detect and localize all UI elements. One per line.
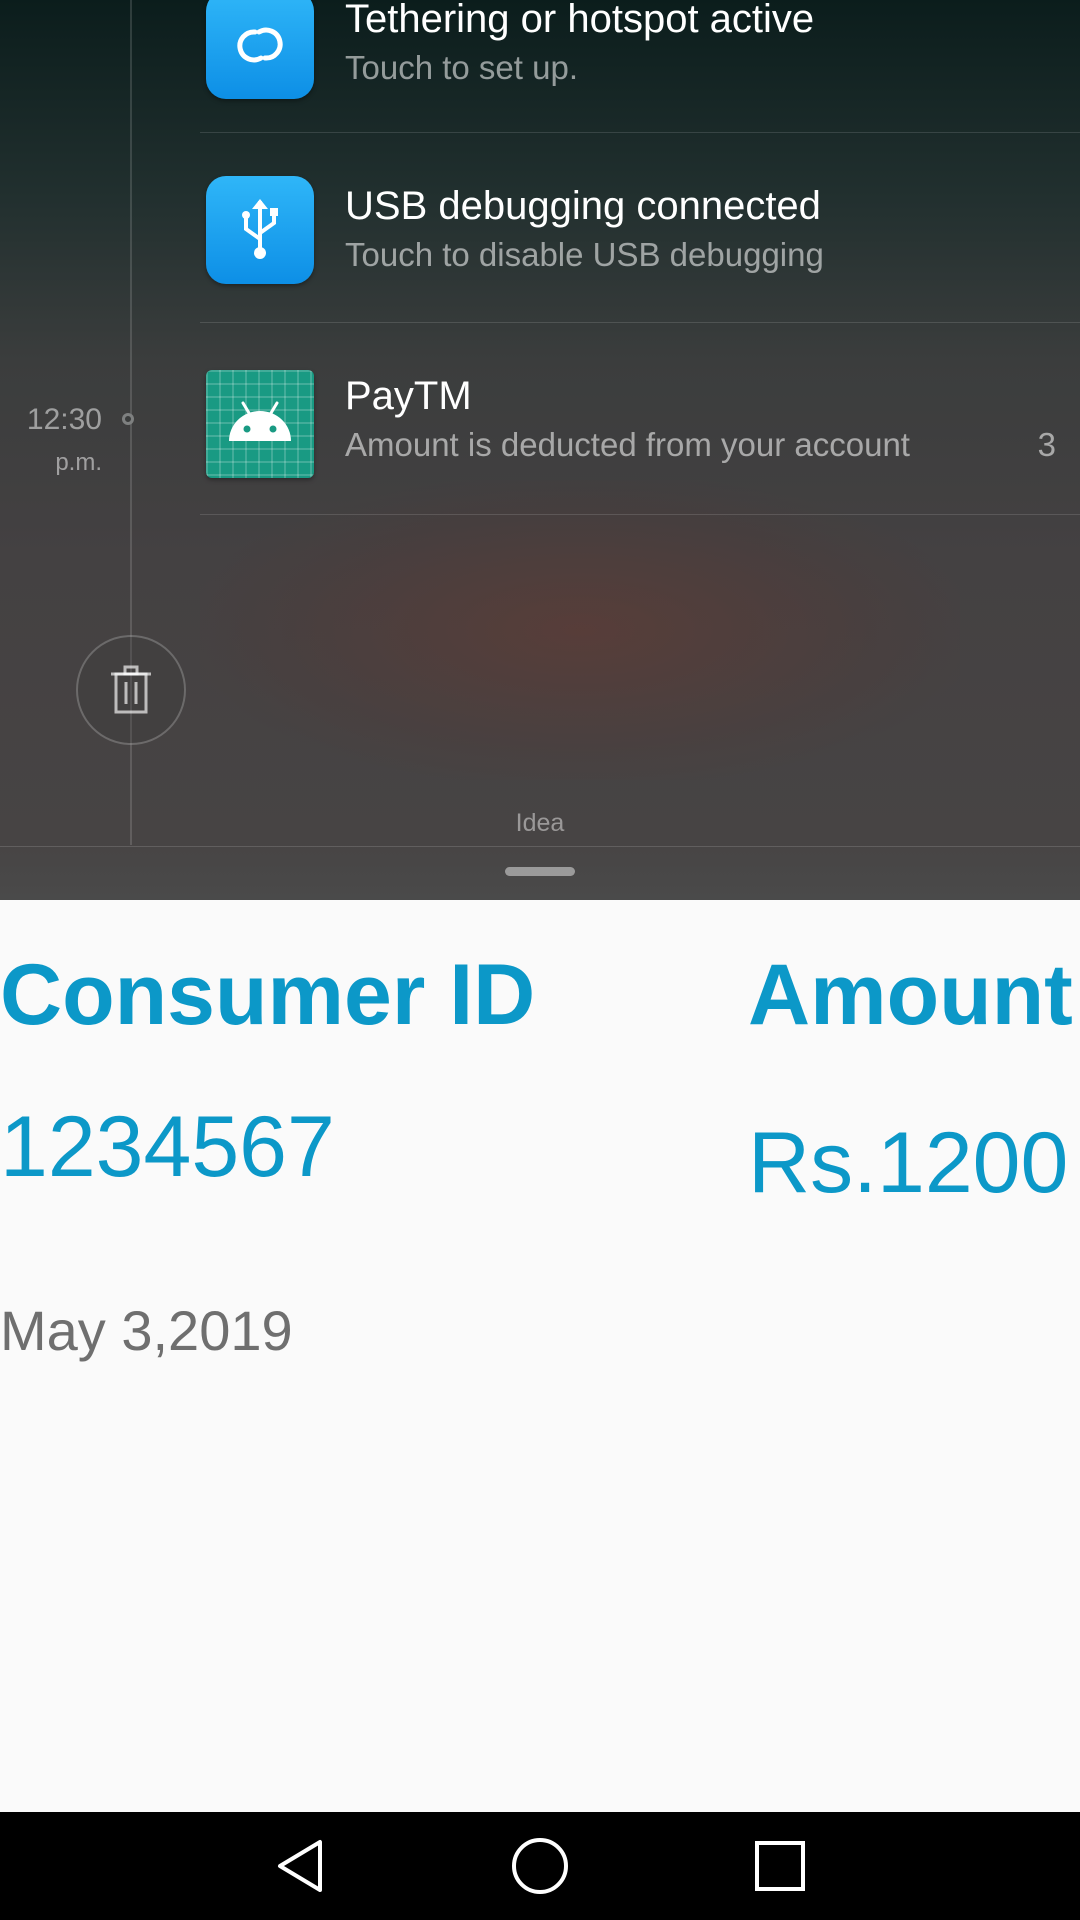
home-button[interactable]	[500, 1836, 580, 1896]
notification-shade: Tethering or hotspot active Touch to set…	[0, 0, 1080, 900]
notification-text: Amount is deducted from your account	[345, 426, 910, 463]
notification-title: Tethering or hotspot active	[345, 0, 815, 41]
clear-all-button[interactable]	[76, 635, 186, 745]
notification-tethering[interactable]: Tethering or hotspot active Touch to set…	[200, 0, 1080, 133]
carrier-name: Idea	[515, 809, 565, 837]
timeline-ampm: p.m.	[55, 449, 102, 476]
consumer-id-value: 1234567	[0, 1099, 335, 1195]
notification-divider	[200, 322, 1080, 323]
android-app-icon	[206, 370, 314, 478]
amount-value: Rs.1200	[748, 1115, 1069, 1211]
shade-drag-handle[interactable]	[505, 867, 575, 876]
back-icon	[278, 1840, 322, 1892]
shade-divider	[0, 846, 1080, 847]
notification-text: Touch to set up.	[345, 49, 578, 86]
usb-icon	[206, 176, 314, 284]
notification-count: 3	[1037, 426, 1056, 463]
app-content: Consumer ID Amount 1234567 Rs.1200 May 3…	[0, 900, 1080, 1812]
home-icon	[512, 1838, 568, 1894]
notification-divider	[200, 514, 1080, 515]
consumer-id-label: Consumer ID	[0, 947, 536, 1043]
notification-text: Touch to disable USB debugging	[345, 236, 824, 273]
back-button[interactable]	[260, 1836, 340, 1896]
notification-usb-debugging[interactable]: USB debugging connected Touch to disable…	[200, 133, 1080, 323]
amount-label: Amount	[748, 947, 1073, 1043]
notification-paytm[interactable]: PayTM Amount is deducted from your accou…	[200, 325, 1080, 515]
hotspot-icon	[206, 0, 314, 99]
timeline-dot	[122, 413, 134, 425]
navigation-bar	[0, 1812, 1080, 1920]
notification-title: USB debugging connected	[345, 184, 821, 228]
notification-title: PayTM	[345, 374, 472, 418]
trash-icon	[111, 665, 151, 714]
recents-button[interactable]	[740, 1836, 820, 1896]
transaction-date: May 3,2019	[0, 1299, 293, 1362]
timeline-time: 12:30	[26, 403, 102, 436]
recents-icon	[755, 1841, 805, 1891]
wallpaper-glow	[200, 480, 960, 780]
